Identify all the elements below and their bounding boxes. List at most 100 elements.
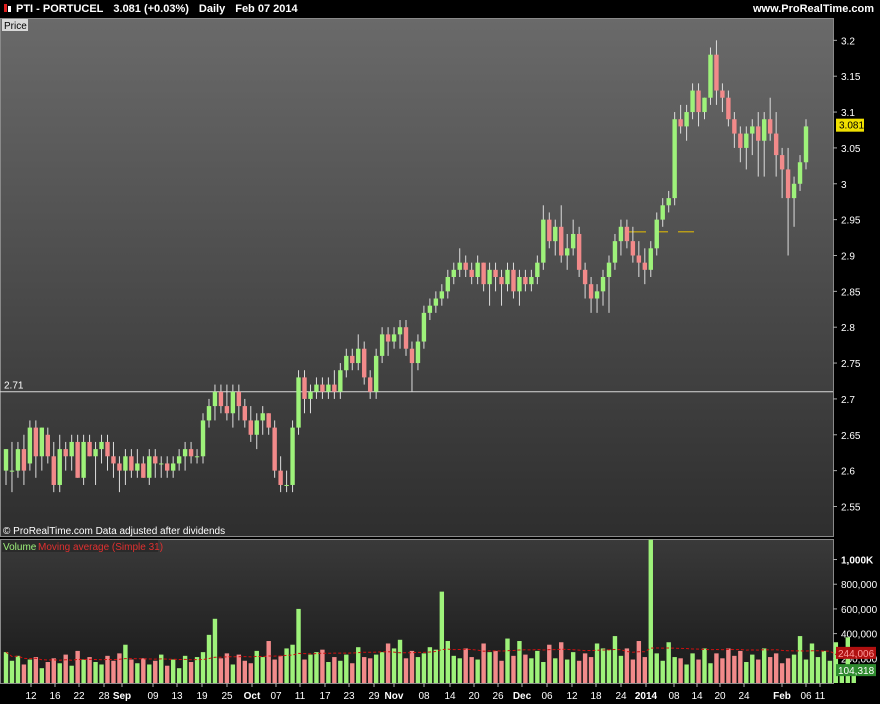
candle-body[interactable] bbox=[129, 456, 134, 471]
volume-bar[interactable] bbox=[433, 649, 439, 683]
candle-body[interactable] bbox=[409, 348, 415, 364]
volume-bar[interactable] bbox=[767, 657, 773, 683]
candle-body[interactable] bbox=[326, 384, 331, 392]
candle-body[interactable] bbox=[582, 269, 588, 285]
volume-bar[interactable] bbox=[499, 660, 504, 683]
volume-bar[interactable] bbox=[379, 652, 385, 683]
volume-bar[interactable] bbox=[385, 643, 391, 683]
candle-body[interactable] bbox=[362, 348, 367, 378]
candle-body[interactable] bbox=[99, 441, 104, 450]
candle-body[interactable] bbox=[427, 305, 433, 313]
volume-bar[interactable] bbox=[272, 659, 277, 683]
volume-bar[interactable] bbox=[678, 658, 683, 683]
volume-bar[interactable] bbox=[541, 662, 546, 683]
candle-body[interactable] bbox=[421, 312, 427, 342]
candle-body[interactable] bbox=[588, 284, 594, 299]
candle-body[interactable] bbox=[511, 269, 516, 292]
volume-bar[interactable] bbox=[218, 658, 224, 683]
candle-body[interactable] bbox=[738, 133, 743, 148]
volume-bar[interactable] bbox=[421, 653, 427, 683]
volume-bar[interactable] bbox=[15, 655, 21, 683]
candle-body[interactable] bbox=[344, 355, 349, 371]
candle-body[interactable] bbox=[564, 248, 570, 256]
candle-body[interactable] bbox=[284, 484, 289, 486]
candle-body[interactable] bbox=[648, 248, 653, 270]
volume-bar[interactable] bbox=[821, 650, 827, 683]
candle-body[interactable] bbox=[266, 413, 271, 428]
volume-bar[interactable] bbox=[362, 657, 367, 683]
candle-body[interactable] bbox=[463, 262, 468, 270]
candle-body[interactable] bbox=[93, 449, 98, 457]
volume-bar[interactable] bbox=[803, 659, 809, 683]
volume-bar[interactable] bbox=[176, 668, 182, 683]
volume-bar[interactable] bbox=[726, 648, 731, 683]
volume-bar[interactable] bbox=[553, 658, 558, 683]
candle-body[interactable] bbox=[547, 219, 552, 242]
volume-bar[interactable] bbox=[123, 644, 128, 683]
volume-bar[interactable] bbox=[33, 657, 39, 683]
candle-body[interactable] bbox=[123, 456, 128, 471]
volume-bar[interactable] bbox=[559, 642, 564, 683]
volume-bar[interactable] bbox=[624, 648, 630, 683]
volume-bar[interactable] bbox=[684, 664, 689, 683]
volume-bar[interactable] bbox=[415, 657, 421, 683]
volume-bar[interactable] bbox=[39, 668, 45, 683]
volume-bar[interactable] bbox=[248, 663, 253, 683]
volume-bar[interactable] bbox=[702, 648, 707, 683]
candle-body[interactable] bbox=[338, 370, 343, 392]
candle-body[interactable] bbox=[212, 391, 218, 407]
candle-body[interactable] bbox=[720, 90, 725, 98]
candle-body[interactable] bbox=[600, 277, 606, 292]
volume-bar[interactable] bbox=[815, 657, 821, 683]
volume-bar[interactable] bbox=[27, 659, 33, 683]
candle-body[interactable] bbox=[81, 441, 86, 478]
candle-body[interactable] bbox=[756, 126, 761, 141]
candle-body[interactable] bbox=[803, 126, 809, 163]
volume-bar[interactable] bbox=[481, 643, 486, 683]
candle-body[interactable] bbox=[529, 277, 534, 285]
volume-bar[interactable] bbox=[451, 655, 456, 683]
candle-body[interactable] bbox=[27, 427, 33, 464]
candle-body[interactable] bbox=[762, 119, 767, 141]
volume-bar[interactable] bbox=[332, 657, 337, 683]
candle-body[interactable] bbox=[612, 241, 618, 263]
volume-bar[interactable] bbox=[3, 652, 9, 683]
candle-body[interactable] bbox=[481, 262, 486, 285]
volume-bar[interactable] bbox=[791, 654, 797, 683]
volume-bar[interactable] bbox=[278, 655, 283, 683]
volume-bar[interactable] bbox=[93, 662, 98, 683]
volume-bar[interactable] bbox=[738, 650, 743, 683]
volume-bar[interactable] bbox=[296, 608, 301, 683]
candle-body[interactable] bbox=[188, 449, 194, 457]
candle-body[interactable] bbox=[708, 54, 713, 98]
volume-bar[interactable] bbox=[326, 662, 331, 683]
volume-bar[interactable] bbox=[63, 654, 68, 683]
candle-body[interactable] bbox=[630, 241, 636, 256]
volume-bar[interactable] bbox=[21, 664, 27, 683]
volume-bar[interactable] bbox=[576, 660, 582, 683]
candle-body[interactable] bbox=[373, 355, 379, 392]
candle-body[interactable] bbox=[403, 327, 409, 349]
volume-bar[interactable] bbox=[797, 636, 803, 683]
volume-bar[interactable] bbox=[254, 650, 259, 683]
volume-bar[interactable] bbox=[630, 659, 636, 683]
candle-body[interactable] bbox=[57, 449, 62, 485]
chart-svg[interactable]: 2.55 2.6 2.65 2.7 2.75 2.8 2.85 2.9 2.95 3 3.05 3.1… bbox=[0, 18, 880, 704]
volume-bar[interactable] bbox=[9, 660, 15, 683]
volume-bar[interactable] bbox=[236, 654, 242, 683]
volume-bar[interactable] bbox=[439, 591, 445, 683]
volume-bar[interactable] bbox=[194, 657, 200, 683]
candle-body[interactable] bbox=[553, 226, 558, 242]
candle-body[interactable] bbox=[278, 470, 283, 485]
volume-bar[interactable] bbox=[397, 639, 403, 683]
candle-body[interactable] bbox=[314, 384, 319, 392]
volume-bar[interactable] bbox=[164, 665, 170, 683]
volume-bar[interactable] bbox=[523, 654, 528, 683]
candle-body[interactable] bbox=[332, 384, 337, 392]
candle-body[interactable] bbox=[397, 327, 403, 335]
candle-body[interactable] bbox=[141, 463, 146, 478]
candle-body[interactable] bbox=[439, 291, 445, 299]
volume-bar[interactable] bbox=[570, 652, 576, 683]
volume-bar[interactable] bbox=[547, 644, 552, 683]
candle-body[interactable] bbox=[391, 334, 397, 342]
